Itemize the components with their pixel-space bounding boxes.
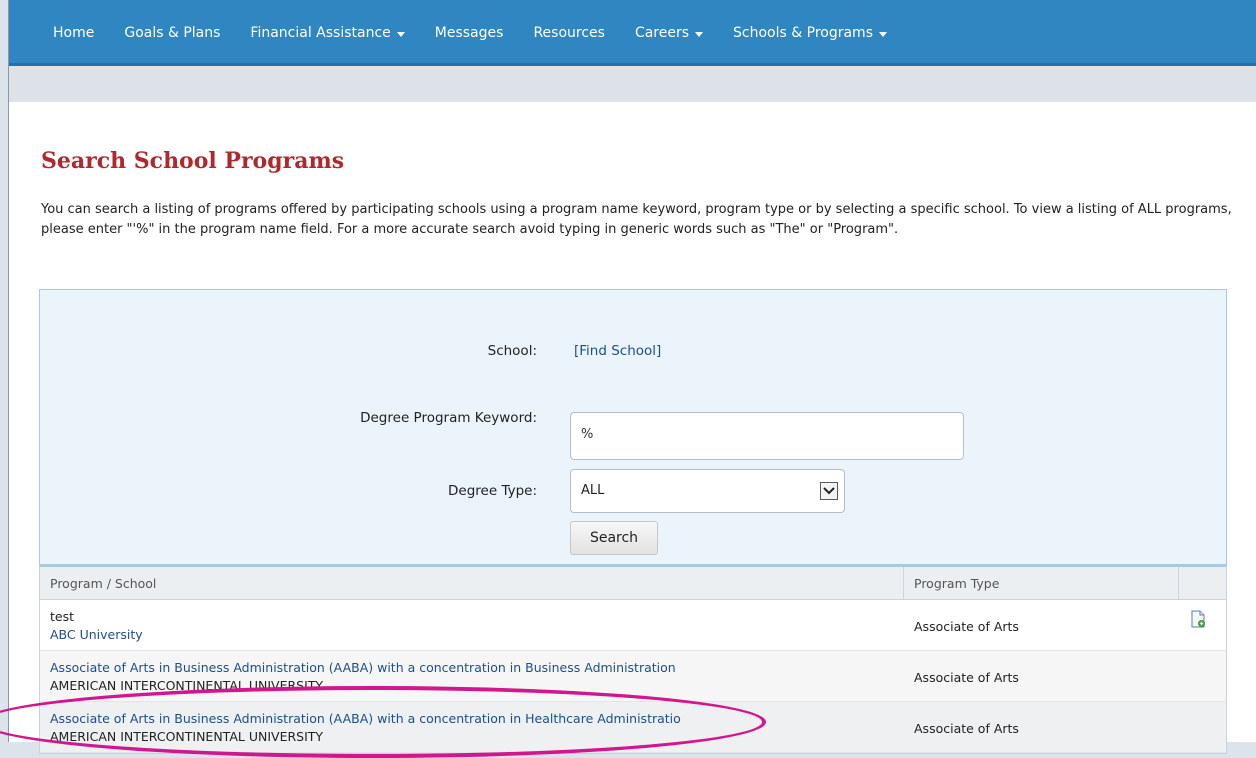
- column-divider: [1178, 567, 1179, 600]
- nav-item-label: Resources: [533, 25, 605, 41]
- table-row: test ABC University Associate of Arts: [40, 600, 1226, 651]
- find-school-link[interactable]: [Find School]: [574, 343, 661, 359]
- nav-item-financial-assistance[interactable]: Financial Assistance: [250, 25, 405, 41]
- page-title: Search School Programs: [41, 148, 345, 174]
- nav-item-label: Goals & Plans: [124, 25, 221, 41]
- caret-down-icon: [396, 31, 405, 37]
- keyword-input[interactable]: %: [570, 412, 964, 460]
- school-label: School:: [487, 343, 537, 359]
- program-link[interactable]: Associate of Arts in Business Administra…: [50, 711, 681, 726]
- nav-item-resources[interactable]: Resources: [533, 25, 605, 41]
- nav-item-label: Messages: [434, 25, 504, 41]
- nav-menu: Home Goals & Plans Financial Assistance …: [53, 0, 887, 66]
- column-header-type[interactable]: Program Type: [914, 576, 999, 591]
- sub-navbar: [9, 66, 1256, 102]
- table-row: Associate of Arts in Business Administra…: [40, 702, 1226, 753]
- table-header: Program / School Program Type: [40, 567, 1226, 600]
- nav-item-home[interactable]: Home: [53, 25, 94, 41]
- top-navbar: Home Goals & Plans Financial Assistance …: [9, 0, 1256, 66]
- program-type: Associate of Arts: [914, 670, 1019, 685]
- results-table: Program / School Program Type test ABC U…: [39, 565, 1227, 754]
- nav-item-label: Financial Assistance: [250, 25, 391, 41]
- program-type: Associate of Arts: [914, 619, 1019, 634]
- degree-type-label: Degree Type:: [448, 483, 537, 499]
- column-divider: [903, 567, 904, 600]
- nav-item-label: Home: [53, 25, 95, 41]
- nav-item-label: Careers: [634, 25, 690, 41]
- degree-type-value: ALL: [581, 483, 605, 498]
- column-header-program[interactable]: Program / School: [50, 576, 156, 591]
- nav-item-schools-programs[interactable]: Schools & Programs: [733, 25, 887, 41]
- nav-item-careers[interactable]: Careers: [634, 25, 704, 41]
- page-intro: You can search a listing of programs off…: [41, 202, 1232, 237]
- table-row: Associate of Arts in Business Administra…: [40, 651, 1226, 702]
- nav-item-messages[interactable]: Messages: [435, 25, 504, 41]
- nav-item-label: Schools & Programs: [733, 25, 873, 41]
- school-name: AMERICAN INTERCONTINENTAL UNIVERSITY: [50, 678, 324, 693]
- caret-down-icon: [878, 31, 887, 37]
- program-type: Associate of Arts: [914, 721, 1019, 736]
- degree-type-select[interactable]: ALL: [570, 469, 845, 513]
- page-frame: Home Goals & Plans Financial Assistance …: [8, 0, 1256, 754]
- school-link[interactable]: ABC University: [50, 627, 143, 642]
- chevron-down-icon[interactable]: [820, 482, 838, 500]
- document-add-icon[interactable]: [1190, 610, 1206, 628]
- keyword-label: Degree Program Keyword:: [360, 410, 537, 426]
- search-button[interactable]: Search: [570, 521, 658, 555]
- program-name: test: [50, 609, 75, 624]
- caret-down-icon: [695, 31, 704, 37]
- nav-item-goals-plans[interactable]: Goals & Plans: [124, 25, 220, 41]
- program-link[interactable]: Associate of Arts in Business Administra…: [50, 660, 676, 675]
